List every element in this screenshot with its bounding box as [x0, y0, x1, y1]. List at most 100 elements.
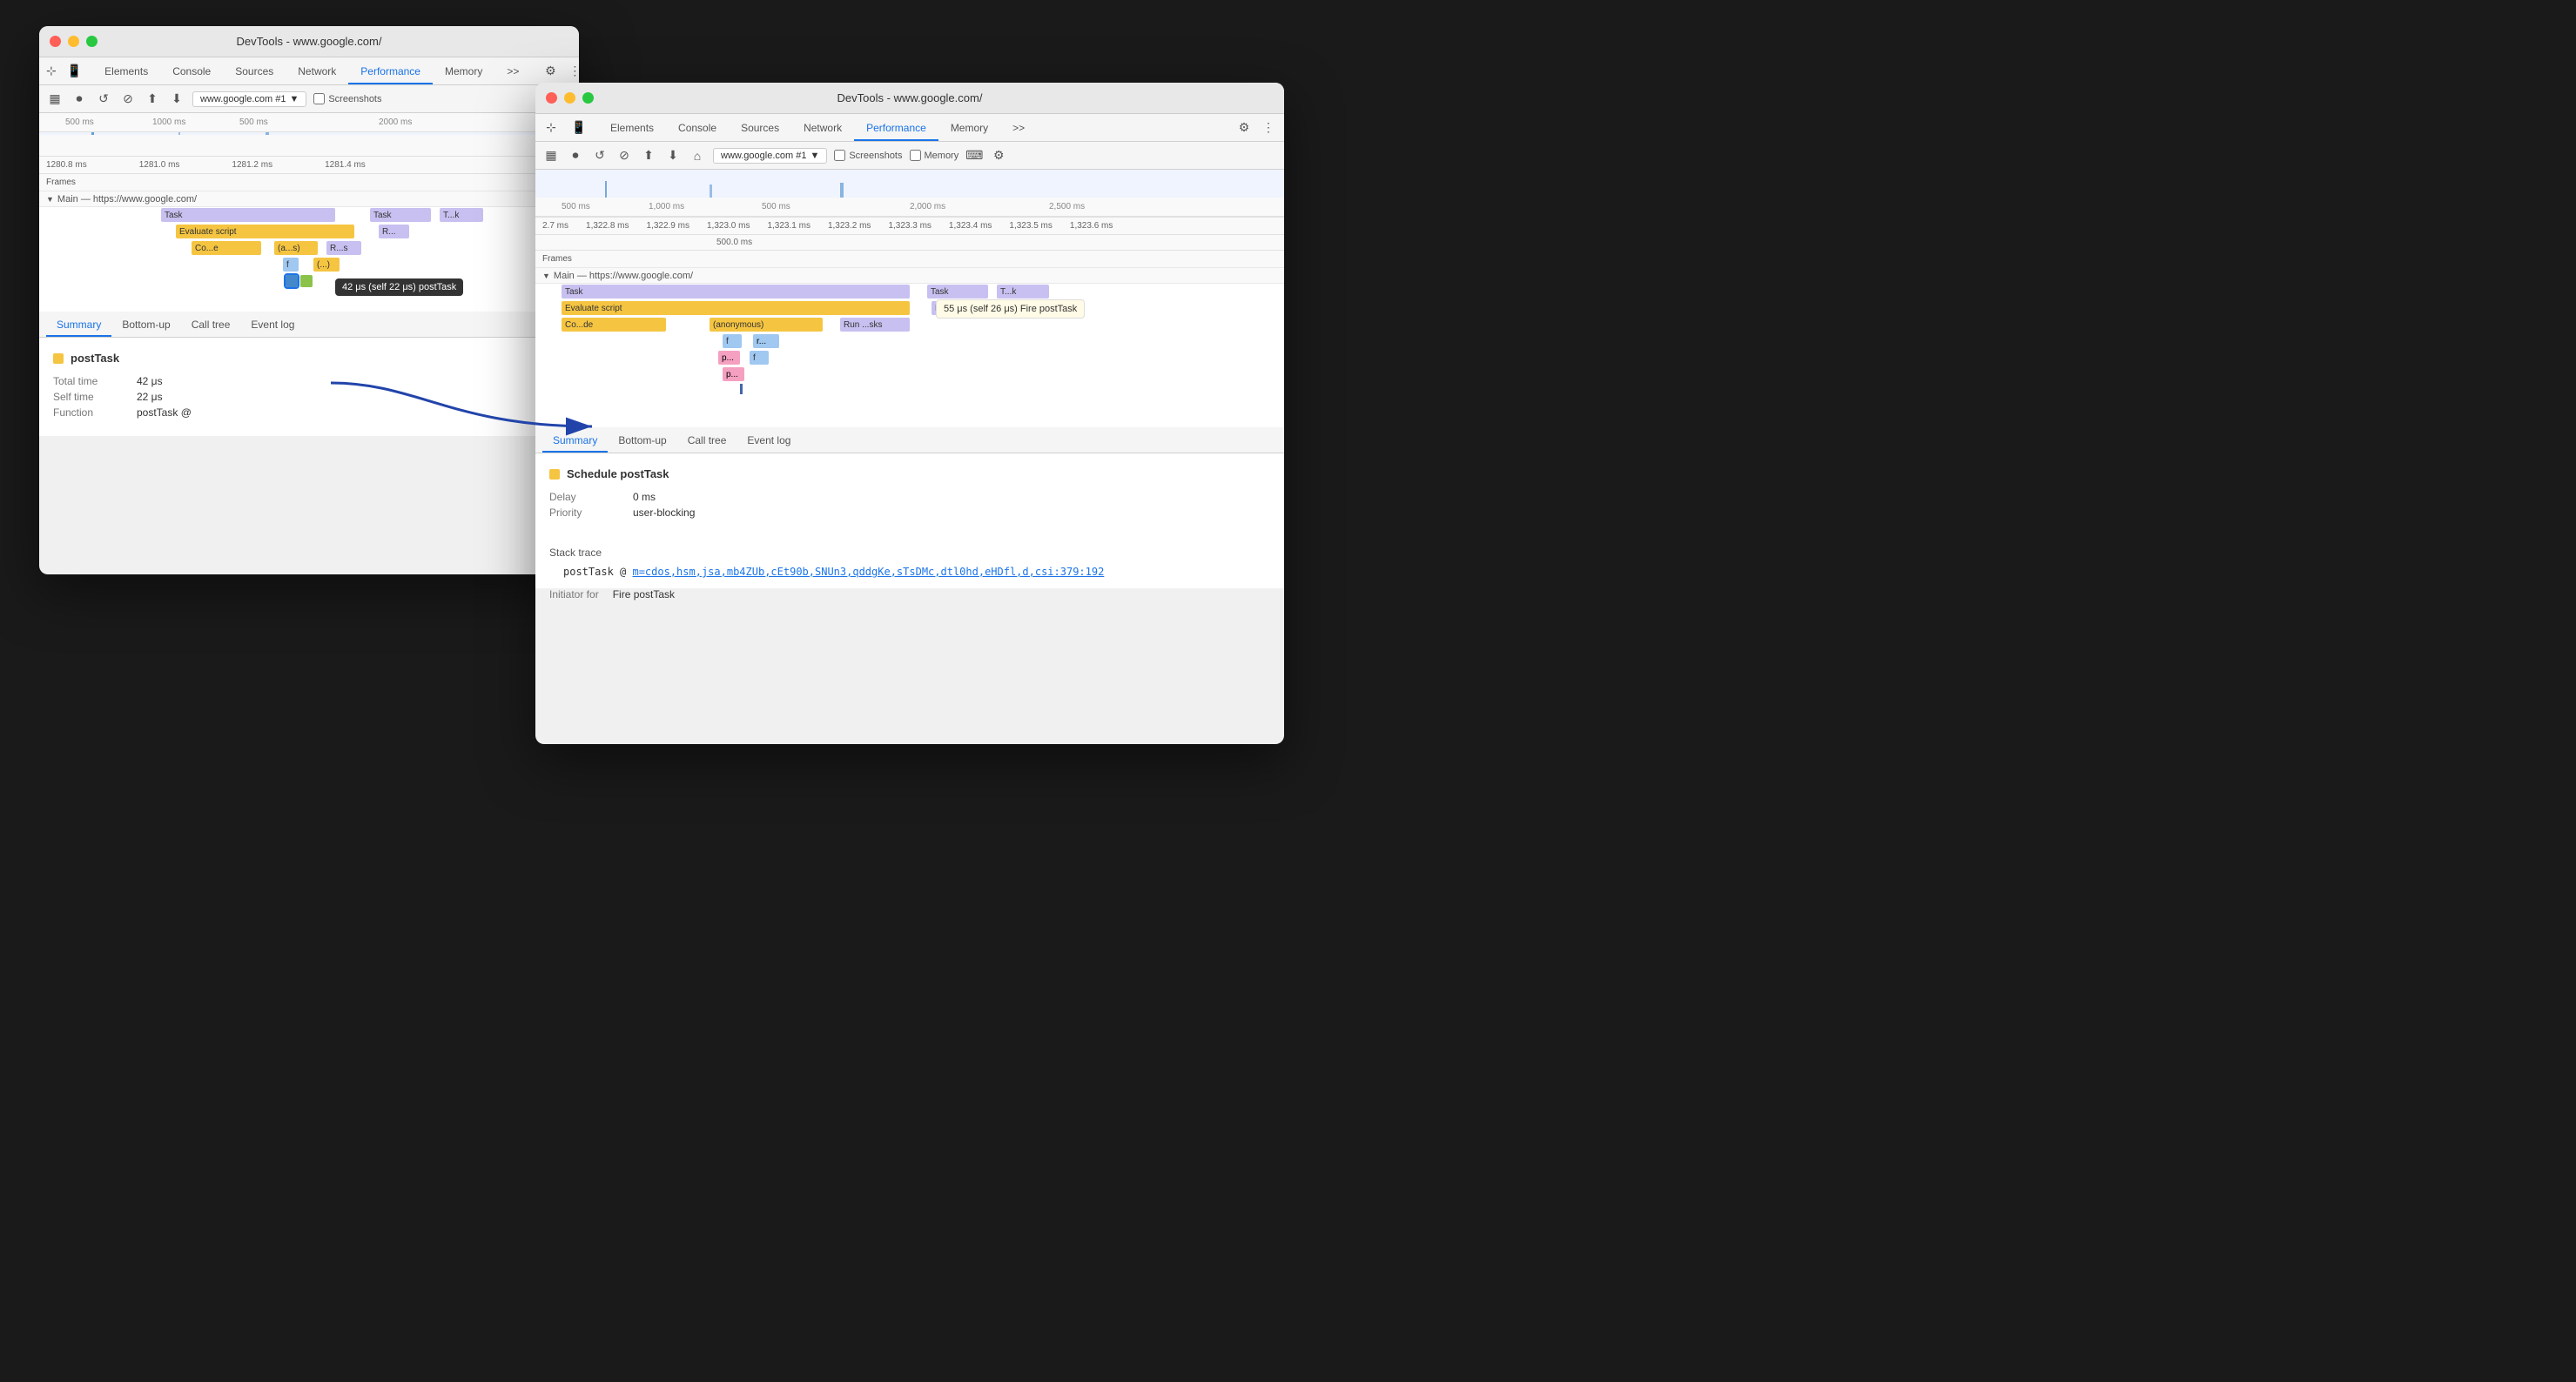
p-block-w2-1[interactable]: p...	[718, 351, 740, 365]
f-block-1[interactable]: f	[283, 258, 299, 272]
mini-overview-1[interactable]: 500 ms 1000 ms 500 ms 2000 ms	[39, 113, 579, 157]
run-block-1[interactable]: R...	[379, 225, 409, 238]
selected-block-1[interactable]	[286, 275, 298, 287]
clear-icon-2[interactable]: ⊘	[615, 147, 633, 164]
flame-chart-2[interactable]: Task Task T...k Evaluate script Fi...k R…	[535, 284, 1284, 427]
tab-sources-2[interactable]: Sources	[729, 117, 791, 141]
green-block-1[interactable]	[300, 275, 313, 287]
screenshots-checkbox-1[interactable]: Screenshots	[313, 93, 381, 104]
f-block-w2[interactable]: f	[723, 334, 742, 348]
panel-tab-calltree-2[interactable]: Call tree	[677, 430, 737, 453]
mobile-icon-2[interactable]: 📱	[570, 119, 588, 137]
refresh-icon-2[interactable]: ↺	[591, 147, 609, 164]
panel-tab-summary-2[interactable]: Summary	[542, 430, 608, 453]
settings-icon-2[interactable]: ⚙	[1235, 119, 1253, 137]
settings-icon-1[interactable]: ⚙	[541, 63, 559, 80]
triangle-icon-2: ▼	[542, 272, 550, 280]
flame-row-eval-2: Evaluate script Fi...k Ru...s F...k	[535, 300, 1284, 316]
flame-chart-1[interactable]: Task Task T...k Evaluate script R... Co.…	[39, 207, 579, 312]
clear-icon-1[interactable]: ⊘	[119, 91, 137, 108]
panel-tab-eventlog-1[interactable]: Event log	[240, 314, 305, 337]
cursor-icon-2[interactable]: ⊹	[542, 119, 560, 137]
r-block-w2[interactable]: r...	[753, 334, 779, 348]
cursor-icon[interactable]: ⊹	[46, 63, 57, 80]
fi-block-w2[interactable]: Fi...k	[932, 301, 975, 315]
ruler-mark-w2-1: 500 ms	[562, 202, 590, 211]
panel-tab-eventlog-2[interactable]: Event log	[736, 430, 801, 453]
panel-tab-summary-1[interactable]: Summary	[46, 314, 111, 337]
panel-tab-bottomup-1[interactable]: Bottom-up	[111, 314, 180, 337]
tab-network-1[interactable]: Network	[286, 60, 348, 84]
dots-block-1[interactable]: (...)	[313, 258, 340, 272]
code-block-1[interactable]: Co...e	[192, 241, 261, 255]
settings2-icon-2[interactable]: ⚙	[990, 147, 1007, 164]
panel-icon-2[interactable]: ▦	[542, 147, 560, 164]
record-icon-2[interactable]: ⏺	[567, 147, 584, 164]
download-icon-2[interactable]: ⬇	[664, 147, 682, 164]
close-button-2[interactable]	[546, 92, 557, 104]
minimize-button-1[interactable]	[68, 36, 79, 47]
anon-block-w2[interactable]: (anonymous)	[710, 318, 823, 332]
tab-memory-2[interactable]: Memory	[938, 117, 1000, 141]
upload-icon-1[interactable]: ⬆	[144, 91, 161, 108]
window-title-1: DevTools - www.google.com/	[237, 35, 382, 48]
tab-console-1[interactable]: Console	[160, 60, 223, 84]
memory-check-2[interactable]	[910, 150, 921, 161]
f2-block-w2[interactable]: f	[750, 351, 769, 365]
panel-tabs-1: Summary Bottom-up Call tree Event log	[39, 312, 579, 338]
code-block-w2[interactable]: Co...de	[562, 318, 666, 332]
timeline-ruler-1: 500 ms 1000 ms 500 ms 2000 ms	[39, 113, 579, 132]
tab-elements-1[interactable]: Elements	[92, 60, 160, 84]
url-dropdown-icon-2[interactable]: ▼	[810, 151, 819, 161]
more-icon-2[interactable]: ⋮	[1260, 119, 1277, 137]
runs-block-1[interactable]: R...s	[326, 241, 361, 255]
url-dropdown-icon-1[interactable]: ▼	[289, 94, 299, 104]
tab-network-2[interactable]: Network	[791, 117, 854, 141]
p-block-w2-2[interactable]: p...	[723, 367, 744, 381]
screenshots-check-1[interactable]	[313, 93, 325, 104]
task-block-w2-2[interactable]: Task	[927, 285, 988, 299]
frames-row-2: Frames	[535, 251, 1284, 268]
ruler-mark-2: 1000 ms	[152, 117, 185, 127]
stack-trace-link[interactable]: m=cdos,hsm,jsa,mb4ZUb,cEt90b,SNUn3,qddgK…	[632, 566, 1104, 578]
screenshots-checkbox-2[interactable]: Screenshots	[834, 150, 902, 161]
evaluate-block-w2[interactable]: Evaluate script	[562, 301, 910, 315]
refresh-icon-1[interactable]: ↺	[95, 91, 112, 108]
url-badge-2: www.google.com #1 ▼	[713, 148, 827, 164]
close-button-1[interactable]	[50, 36, 61, 47]
tab-performance-1[interactable]: Performance	[348, 60, 433, 84]
mobile-icon[interactable]: 📱	[67, 63, 82, 80]
memory-checkbox-2[interactable]: Memory	[910, 150, 959, 161]
tab-sources-1[interactable]: Sources	[223, 60, 286, 84]
evaluate-block-1[interactable]: Evaluate script	[176, 225, 354, 238]
maximize-button-2[interactable]	[582, 92, 594, 104]
minimize-button-2[interactable]	[564, 92, 575, 104]
tab-memory-1[interactable]: Memory	[433, 60, 494, 84]
tab-more-2[interactable]: >>	[1000, 117, 1037, 141]
panel-icon-1[interactable]: ▦	[46, 91, 64, 108]
download-icon-1[interactable]: ⬇	[168, 91, 185, 108]
task-block-3[interactable]: T...k	[440, 208, 483, 222]
keyboard-icon-2[interactable]: ⌨	[965, 147, 983, 164]
panel-tab-bottomup-2[interactable]: Bottom-up	[608, 430, 676, 453]
run-sks-block-w2[interactable]: Run ...sks	[840, 318, 910, 332]
home-icon-2[interactable]: ⌂	[689, 147, 706, 164]
panel-tab-calltree-1[interactable]: Call tree	[181, 314, 241, 337]
tab-console-2[interactable]: Console	[666, 117, 729, 141]
tab-elements-2[interactable]: Elements	[598, 117, 666, 141]
tab-performance-2[interactable]: Performance	[854, 117, 938, 141]
fk-block-w2[interactable]: F...k	[1016, 301, 1051, 315]
task-block-w2-3[interactable]: T...k	[997, 285, 1049, 299]
task-block-w2-1[interactable]: Task	[562, 285, 910, 299]
more-icon-1[interactable]: ⋮	[566, 63, 579, 80]
record-icon-1[interactable]: ⏺	[71, 91, 88, 108]
mini-overview-2[interactable]: CPU NET 500 ms 1,000 ms 500 ms 2,000 ms …	[535, 170, 1284, 218]
maximize-button-1[interactable]	[86, 36, 98, 47]
screenshots-check-2[interactable]	[834, 150, 845, 161]
ru-block-w2[interactable]: Ru...s	[978, 301, 1012, 315]
task-block-2[interactable]: Task	[370, 208, 431, 222]
upload-icon-2[interactable]: ⬆	[640, 147, 657, 164]
task-block-1[interactable]: Task	[161, 208, 335, 222]
tab-more-1[interactable]: >>	[494, 60, 531, 84]
anon-block-1[interactable]: (a...s)	[274, 241, 318, 255]
